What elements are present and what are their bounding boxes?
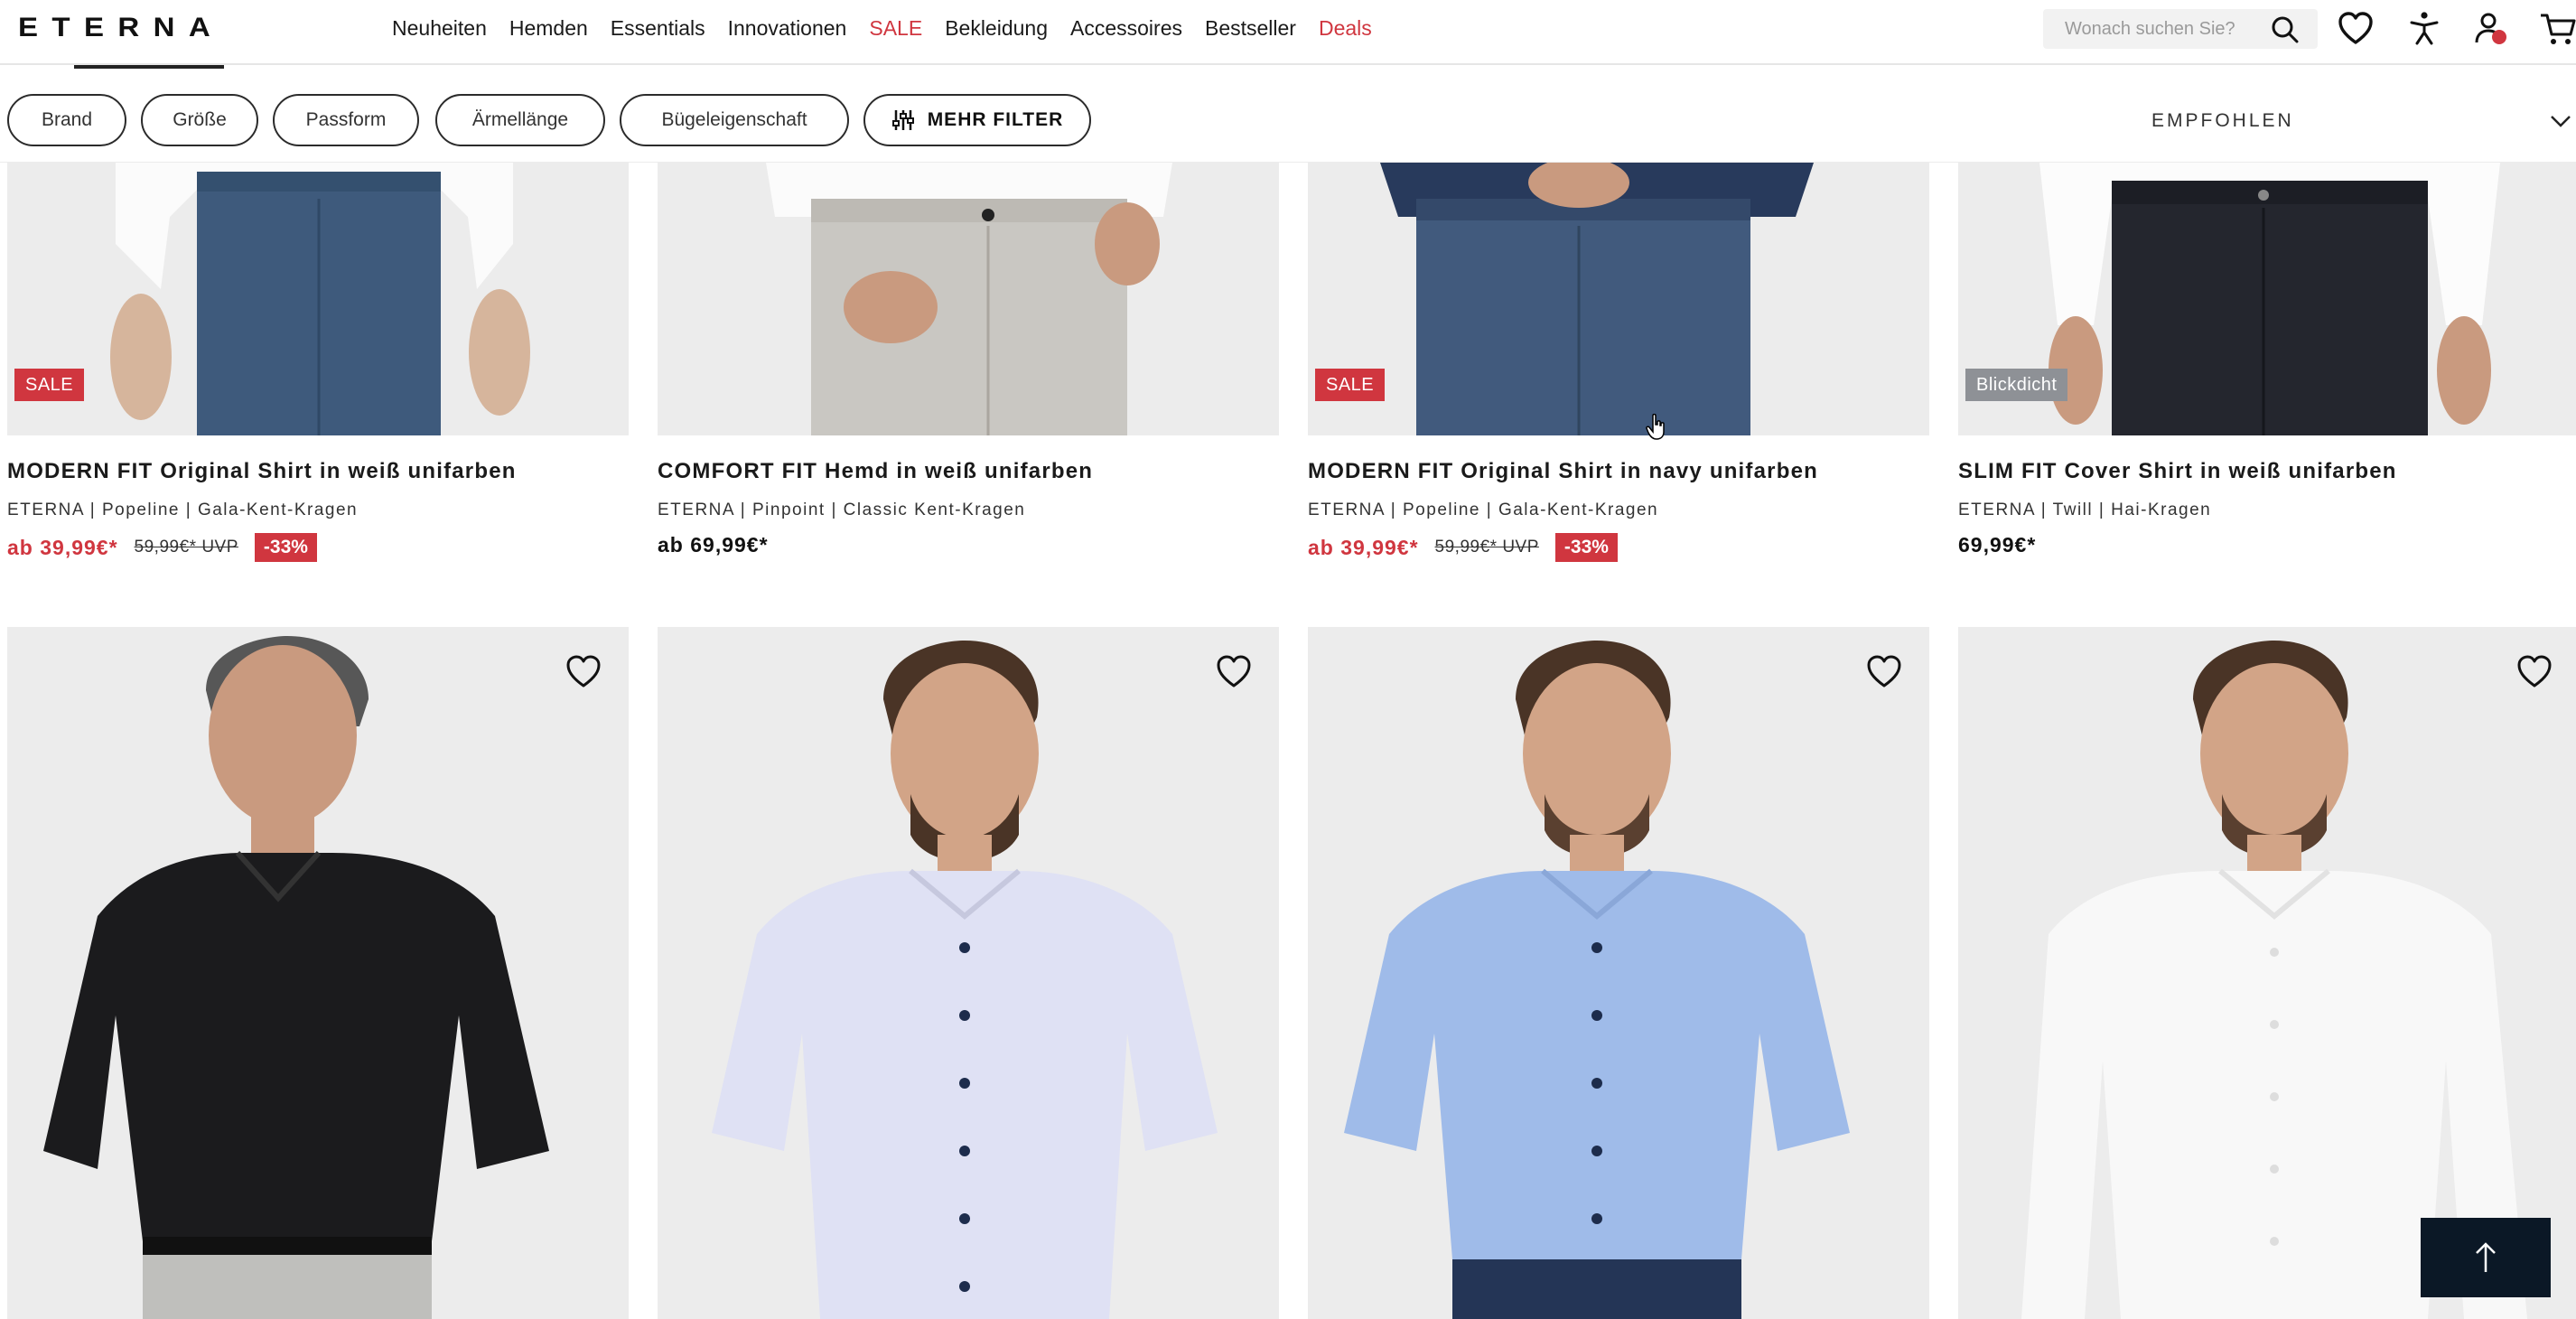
product-photo-model-black-shirt: [7, 627, 629, 1319]
sale-badge: SALE: [14, 369, 85, 401]
nav-item-accessoires[interactable]: Accessoires: [1070, 16, 1182, 41]
nav-item-neuheiten[interactable]: Neuheiten: [392, 16, 487, 41]
site-header: ETERNA Neuheiten Hemden Essentials Innov…: [0, 0, 2576, 65]
sale-price: ab 39,99€*: [7, 535, 118, 559]
product-image[interactable]: Blickdicht: [1958, 163, 2576, 435]
product-card[interactable]: [658, 627, 1279, 1319]
opacity-badge: Blickdicht: [1965, 369, 2068, 401]
product-meta: ETERNA | Popeline | Gala-Kent-Kragen: [7, 500, 359, 519]
more-filters-button[interactable]: MEHR FILTER: [863, 94, 1091, 146]
brand-logo[interactable]: ETERNA: [18, 13, 224, 43]
active-tab-underline: [74, 65, 224, 69]
hand-cursor-icon: [1646, 414, 1665, 440]
product-title[interactable]: COMFORT FIT Hemd in weiß unifarben: [658, 459, 1093, 484]
wishlist-heart-icon[interactable]: [1214, 652, 1254, 692]
filter-sliders-icon: [891, 110, 914, 130]
account-icon[interactable]: [2471, 9, 2511, 49]
filter-chip-aermellaenge[interactable]: Ärmellänge: [435, 94, 605, 146]
wishlist-heart-icon[interactable]: [2336, 9, 2375, 49]
wishlist-heart-icon[interactable]: [1864, 652, 1904, 692]
page: ETERNA Neuheiten Hemden Essentials Innov…: [0, 0, 2576, 1319]
price: 69,99€*: [1958, 533, 2037, 557]
price-row: 69,99€*: [1958, 533, 2036, 557]
product-meta: ETERNA | Popeline | Gala-Kent-Kragen: [1308, 500, 1659, 519]
filter-chip-passform[interactable]: Passform: [273, 94, 419, 146]
product-photo-navy-trousers-white-shirt: [7, 163, 629, 435]
product-card[interactable]: [1958, 627, 2576, 1319]
product-photo-model-white-shirt: [1958, 627, 2576, 1319]
nav-item-hemden[interactable]: Hemden: [509, 16, 588, 41]
product-card[interactable]: SALE MODERN FIT Original Shirt in navy u…: [1308, 163, 1929, 587]
product-meta: ETERNA | Twill | Hai-Kragen: [1958, 500, 2212, 519]
product-image[interactable]: SALE: [1308, 163, 1929, 435]
price-row: ab 39,99€* 59,99€* UVP -33%: [1308, 533, 1618, 562]
original-price: 59,99€* UVP: [134, 538, 238, 557]
product-card[interactable]: SALE MODERN FIT Original Shirt in weiß u…: [7, 163, 629, 587]
search-input[interactable]: [2043, 9, 2269, 49]
filter-chip-groesse[interactable]: Größe: [141, 94, 258, 146]
price-row: ab 39,99€* 59,99€* UVP -33%: [7, 533, 317, 562]
product-image[interactable]: [1308, 627, 1929, 1319]
product-title[interactable]: MODERN FIT Original Shirt in navy unifar…: [1308, 459, 1818, 484]
product-photo-navy-shirt-trousers: [1308, 163, 1929, 435]
nav-item-essentials[interactable]: Essentials: [611, 16, 705, 41]
nav-item-bestseller[interactable]: Bestseller: [1205, 16, 1296, 41]
cart-icon[interactable]: [2538, 9, 2576, 49]
nav-item-innovationen[interactable]: Innovationen: [728, 16, 847, 41]
product-image[interactable]: [658, 627, 1279, 1319]
discount-badge: -33%: [1554, 533, 1618, 562]
product-photo-model-lavender-shirt: [658, 627, 1279, 1319]
sale-price: ab 39,99€*: [1308, 535, 1419, 559]
nav-item-sale[interactable]: SALE: [869, 16, 922, 41]
search-box: [2043, 9, 2318, 49]
filter-chip-brand[interactable]: Brand: [7, 94, 126, 146]
chevron-down-icon: [2551, 116, 2571, 127]
nav-item-deals[interactable]: Deals: [1319, 16, 1372, 41]
sale-badge: SALE: [1315, 369, 1386, 401]
main-nav: Neuheiten Hemden Essentials Innovationen…: [392, 0, 1372, 56]
product-card[interactable]: [1308, 627, 1929, 1319]
sort-dropdown[interactable]: EMPFOHLEN: [2151, 103, 2576, 139]
product-card[interactable]: [7, 627, 629, 1319]
product-image[interactable]: [7, 627, 629, 1319]
filter-chip-buegeleigenschaft[interactable]: Bügeleigenschaft: [620, 94, 849, 146]
product-photo-grey-trousers-white-shirt: [658, 163, 1279, 435]
product-image[interactable]: [658, 163, 1279, 435]
arrow-up-icon: [2476, 1242, 2496, 1272]
wishlist-heart-icon[interactable]: [564, 652, 603, 692]
original-price: 59,99€* UVP: [1434, 538, 1539, 557]
more-filters-label: MEHR FILTER: [927, 109, 1064, 130]
product-image[interactable]: [1958, 627, 2576, 1319]
sort-label: EMPFOHLEN: [2151, 110, 2294, 131]
product-meta: ETERNA | Pinpoint | Classic Kent-Kragen: [658, 500, 1026, 519]
product-title[interactable]: MODERN FIT Original Shirt in weiß unifar…: [7, 459, 517, 484]
search-icon[interactable]: [2269, 14, 2301, 46]
filter-bar: Brand Größe Passform Ärmellänge Bügeleig…: [0, 67, 2576, 163]
wishlist-heart-icon[interactable]: [2515, 652, 2554, 692]
back-to-top-button[interactable]: [2421, 1218, 2551, 1297]
discount-badge: -33%: [254, 533, 317, 562]
product-image[interactable]: SALE: [7, 163, 629, 435]
product-card[interactable]: COMFORT FIT Hemd in weiß unifarben ETERN…: [658, 163, 1279, 587]
product-photo-model-light-blue-shirt: [1308, 627, 1929, 1319]
product-title[interactable]: SLIM FIT Cover Shirt in weiß unifarben: [1958, 459, 2397, 484]
price-row: ab 69,99€*: [658, 533, 769, 557]
nav-item-bekleidung[interactable]: Bekleidung: [945, 16, 1048, 41]
accessibility-icon[interactable]: [2404, 9, 2444, 49]
product-card[interactable]: Blickdicht SLIM FIT Cover Shirt in weiß …: [1958, 163, 2576, 587]
price: ab 69,99€*: [658, 533, 769, 557]
